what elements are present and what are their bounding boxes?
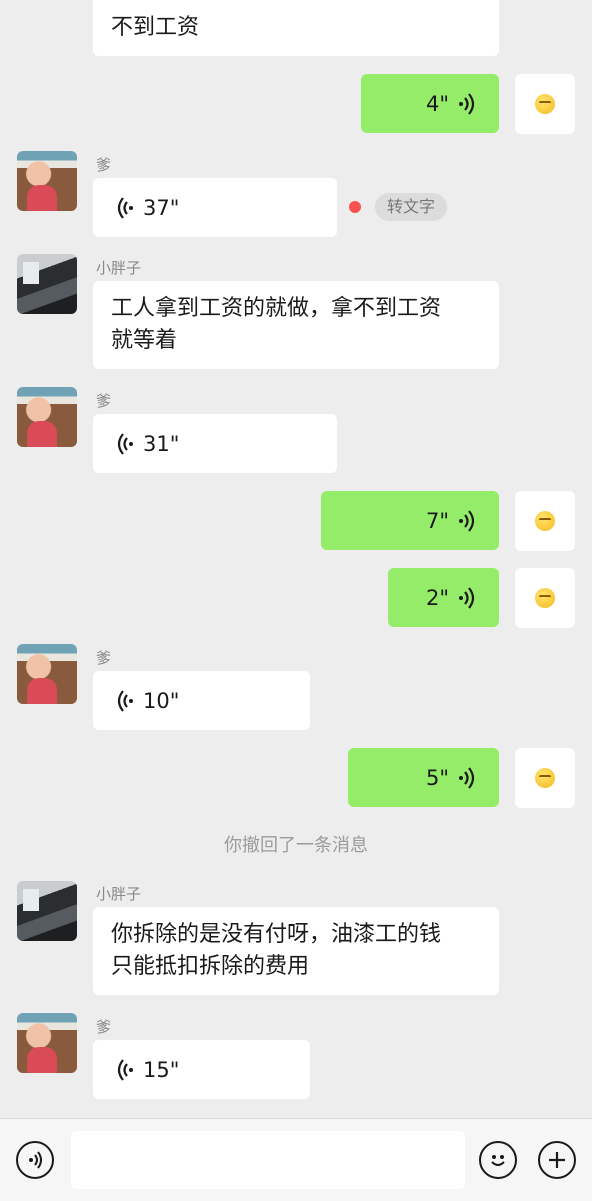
voice-wave-icon: [457, 766, 475, 789]
sender-name: 爹: [96, 1018, 112, 1036]
voice-duration: 15": [143, 1057, 180, 1082]
sender-name: 小胖子: [96, 259, 142, 277]
voice-wave-icon: [457, 509, 475, 532]
sleepy-emoji-icon: [535, 511, 555, 531]
smiley-face-icon[interactable]: [479, 1141, 517, 1179]
voice-duration: 37": [143, 195, 180, 220]
my-avatar[interactable]: [515, 491, 575, 551]
voice-wave-icon: [457, 92, 475, 115]
convert-to-text-button[interactable]: 转文字: [375, 193, 448, 221]
message-input[interactable]: [71, 1131, 465, 1189]
my-avatar[interactable]: [515, 748, 575, 808]
sender-name: 爹: [96, 392, 112, 410]
avatar-xiaopangzi[interactable]: [17, 254, 77, 314]
voice-message-bubble[interactable]: 10": [93, 671, 310, 730]
sender-name: 爹: [96, 649, 112, 667]
message-text: 不到工资: [111, 15, 200, 40]
voice-mode-icon[interactable]: [16, 1141, 54, 1179]
voice-wave-icon: [117, 689, 135, 712]
recall-notice: 你撤回了一条消息: [224, 835, 368, 856]
voice-wave-icon: [117, 196, 135, 219]
voice-duration: 31": [143, 431, 180, 456]
my-avatar[interactable]: [515, 568, 575, 628]
voice-wave-icon: [117, 432, 135, 455]
message-text-line: 只能抵扣拆除的费用: [111, 954, 310, 979]
chat-message-list[interactable]: 不到工资 4" 爹 37" 转文字 小胖子 工人拿到工资的就做，拿不到工资 就等…: [0, 0, 592, 1118]
voice-wave-icon: [457, 586, 475, 609]
input-bar: [0, 1118, 592, 1201]
voice-duration: 7": [425, 508, 449, 533]
unread-dot: [349, 201, 361, 213]
voice-wave-icon: [117, 1058, 135, 1081]
avatar-dad[interactable]: [17, 644, 77, 704]
voice-message-bubble[interactable]: 4": [361, 74, 499, 133]
voice-message-bubble[interactable]: 7": [321, 491, 499, 550]
avatar-dad[interactable]: [17, 1013, 77, 1073]
sleepy-emoji-icon: [535, 768, 555, 788]
voice-duration: 4": [425, 91, 449, 116]
plus-circle-icon[interactable]: [538, 1141, 576, 1179]
voice-message-bubble[interactable]: 31": [93, 414, 337, 473]
voice-duration: 5": [425, 765, 449, 790]
message-bubble-text[interactable]: 不到工资: [93, 0, 499, 56]
avatar-xiaopangzi[interactable]: [17, 881, 77, 941]
message-bubble-text[interactable]: 你拆除的是没有付呀，油漆工的钱 只能抵扣拆除的费用: [93, 907, 499, 995]
my-avatar[interactable]: [515, 74, 575, 134]
sleepy-emoji-icon: [535, 588, 555, 608]
message-text-line: 你拆除的是没有付呀，油漆工的钱: [111, 922, 442, 947]
sender-name: 爹: [96, 156, 112, 174]
voice-duration: 2": [425, 585, 449, 610]
voice-message-bubble[interactable]: 5": [348, 748, 499, 807]
message-text-line: 就等着: [111, 328, 178, 353]
avatar-dad[interactable]: [17, 387, 77, 447]
sender-name: 小胖子: [96, 885, 142, 903]
voice-duration: 10": [143, 688, 180, 713]
message-text-line: 工人拿到工资的就做，拿不到工资: [111, 296, 442, 321]
avatar-dad[interactable]: [17, 151, 77, 211]
message-bubble-text[interactable]: 工人拿到工资的就做，拿不到工资 就等着: [93, 281, 499, 369]
sleepy-emoji-icon: [535, 94, 555, 114]
voice-message-bubble[interactable]: 15": [93, 1040, 310, 1099]
voice-message-bubble[interactable]: 2": [388, 568, 499, 627]
voice-message-bubble[interactable]: 37": [93, 178, 337, 237]
